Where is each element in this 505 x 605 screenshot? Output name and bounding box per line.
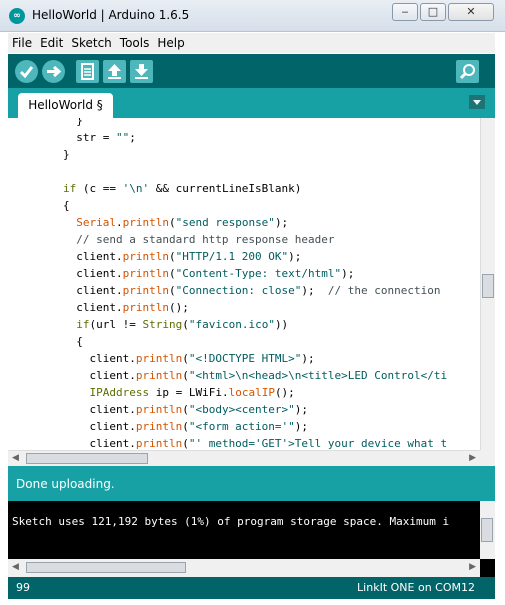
- status-bar: Done uploading.: [8, 466, 495, 501]
- menu-tools[interactable]: Tools: [120, 36, 150, 50]
- code-line[interactable]: }: [10, 146, 480, 163]
- verify-button[interactable]: [15, 60, 38, 83]
- arduino-logo-icon: ∞: [9, 8, 25, 24]
- code-editor[interactable]: } str = ""; } if (c == '\n' && currentLi…: [8, 118, 495, 466]
- code-line[interactable]: client.println("HTTP/1.1 200 OK");: [10, 248, 480, 265]
- status-message: Done uploading.: [16, 477, 115, 491]
- editor-vertical-scroll-thumb[interactable]: [482, 274, 494, 298]
- arrow-up-icon: [108, 64, 121, 79]
- minimize-button[interactable]: ‒: [392, 3, 418, 21]
- editor-horizontal-scroll-thumb[interactable]: [26, 453, 148, 464]
- code-line[interactable]: client.println("<body><center>");: [10, 401, 480, 418]
- code-line[interactable]: client.println("<form action='");: [10, 418, 480, 435]
- code-line[interactable]: client.println("Content-Type: text/html"…: [10, 265, 480, 282]
- footer-bar: 99 LinkIt ONE on COM12: [8, 577, 495, 599]
- save-button[interactable]: [130, 60, 153, 83]
- console-horizontal-scrollbar[interactable]: ◀ ▶: [8, 559, 480, 577]
- title-bar: ∞ HelloWorld | Arduino 1.6.5 ‒ □ ✕: [0, 0, 505, 32]
- code-line[interactable]: if(url != String("favicon.ico")): [10, 316, 480, 333]
- open-button[interactable]: [103, 60, 126, 83]
- console-vertical-scroll-thumb[interactable]: [481, 518, 493, 542]
- maximize-button[interactable]: □: [420, 3, 446, 21]
- check-icon: [19, 66, 34, 79]
- scroll-corner: [480, 450, 495, 466]
- tab-helloworld[interactable]: HelloWorld §: [18, 93, 113, 118]
- console-scroll-right-icon[interactable]: ▶: [469, 562, 476, 572]
- console-vertical-scrollbar[interactable]: [480, 501, 495, 559]
- arrow-right-icon: [47, 65, 62, 78]
- code-line[interactable]: client.println();: [10, 299, 480, 316]
- editor-vertical-scrollbar[interactable]: [480, 118, 495, 450]
- menu-help[interactable]: Help: [157, 36, 184, 50]
- menu-sketch[interactable]: Sketch: [71, 36, 111, 50]
- console-scroll-left-icon[interactable]: ◀: [12, 562, 19, 572]
- code-line[interactable]: {: [10, 333, 480, 350]
- code-line[interactable]: str = "";: [10, 129, 480, 146]
- code-line[interactable]: Serial.println("send response");: [10, 214, 480, 231]
- board-port-label: LinkIt ONE on COM12: [357, 581, 475, 594]
- console-output[interactable]: Sketch uses 121,192 bytes (1%) of progra…: [8, 501, 495, 577]
- code-line[interactable]: client.println("Connection: close"); // …: [10, 282, 480, 299]
- editor-horizontal-scrollbar[interactable]: ◀ ▶: [8, 450, 480, 466]
- menu-bar: File Edit Sketch Tools Help: [8, 33, 495, 53]
- line-number: 99: [16, 581, 30, 594]
- menu-edit[interactable]: Edit: [40, 36, 63, 50]
- arrow-down-icon: [135, 64, 148, 79]
- magnifier-icon: [459, 64, 475, 80]
- upload-button[interactable]: [42, 60, 65, 83]
- new-button[interactable]: [76, 60, 99, 83]
- tab-menu-dropdown-icon[interactable]: [469, 95, 485, 109]
- code-line[interactable]: {: [10, 197, 480, 214]
- code-line[interactable]: IPAddress ip = LWiFi.localIP();: [10, 384, 480, 401]
- code-line[interactable]: // send a standard http response header: [10, 231, 480, 248]
- code-line[interactable]: }: [10, 118, 480, 129]
- code-line[interactable]: client.println("<!DOCTYPE HTML>");: [10, 350, 480, 367]
- code-line[interactable]: [10, 163, 480, 180]
- tab-bar: HelloWorld §: [8, 88, 495, 118]
- close-button[interactable]: ✕: [448, 3, 494, 21]
- window-title: HelloWorld | Arduino 1.6.5: [32, 8, 190, 22]
- scroll-left-icon[interactable]: ◀: [12, 453, 19, 463]
- toolbar: [8, 54, 495, 88]
- code-text[interactable]: } str = ""; } if (c == '\n' && currentLi…: [10, 118, 480, 452]
- document-icon: [81, 63, 94, 80]
- menu-file[interactable]: File: [12, 36, 32, 50]
- code-line[interactable]: client.println("<html>\n<head>\n<title>L…: [10, 367, 480, 384]
- console-text: Sketch uses 121,192 bytes (1%) of progra…: [12, 515, 450, 528]
- scroll-right-icon[interactable]: ▶: [469, 453, 476, 463]
- code-line[interactable]: if (c == '\n' && currentLineIsBlank): [10, 180, 480, 197]
- serial-monitor-button[interactable]: [456, 60, 479, 83]
- console-horizontal-scroll-thumb[interactable]: [26, 562, 186, 573]
